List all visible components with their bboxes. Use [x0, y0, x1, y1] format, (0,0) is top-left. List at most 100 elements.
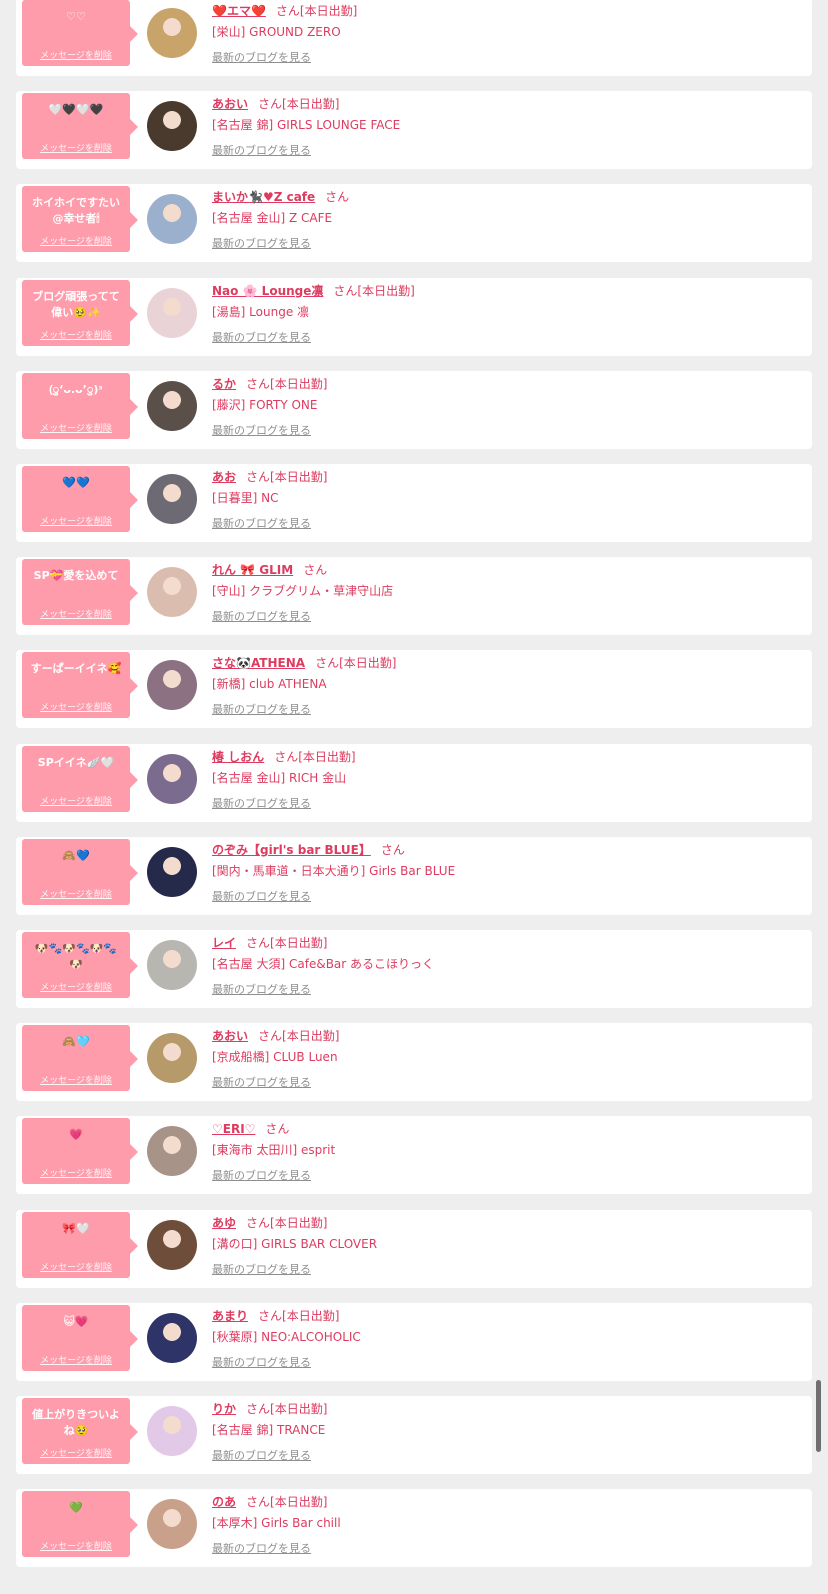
cast-name-link[interactable]: レイ	[212, 936, 236, 950]
avatar[interactable]	[147, 1219, 197, 1270]
delete-message-link[interactable]: メッセージを削除	[22, 1446, 130, 1459]
cast-name-link[interactable]: Nao 🌸 Lounge凛	[212, 284, 323, 298]
duty-status: [本日出勤]	[357, 283, 415, 298]
latest-blog-link[interactable]: 最新のブログを見る	[212, 1074, 311, 1090]
avatar[interactable]	[147, 753, 197, 804]
avatar[interactable]	[147, 1499, 197, 1550]
cast-name-link[interactable]: あおい	[212, 97, 248, 111]
honorific: さん	[315, 656, 340, 671]
delete-message-link[interactable]: メッセージを削除	[22, 1353, 130, 1366]
cast-name-link[interactable]: あゆ	[212, 1216, 236, 1230]
cast-name-link[interactable]: のあ	[212, 1495, 236, 1509]
name-line: あおい さん[本日出勤]	[212, 1027, 339, 1044]
shop-info: [日暮里] NC	[212, 491, 279, 505]
message-text: (ु‘ᴗ.ᴗ’ु)ᵌ	[49, 382, 103, 396]
cast-name-link[interactable]: りか	[212, 1402, 236, 1416]
latest-blog-link[interactable]: 最新のブログを見る	[212, 515, 311, 531]
avatar[interactable]	[147, 940, 197, 990]
shop-info: [名古屋 金山] Z CAFE	[212, 211, 333, 226]
latest-blog-link[interactable]: 最新のブログを見る	[212, 1354, 311, 1370]
latest-blog-link[interactable]: 最新のブログを見る	[212, 701, 311, 717]
message-bubble: SPイイネ🪽🤍 メッセージを削除	[22, 745, 138, 812]
honorific: さん	[246, 1215, 271, 1230]
latest-blog-link[interactable]: 最新のブログを見る	[212, 329, 311, 345]
delete-message-link[interactable]: メッセージを削除	[22, 234, 130, 247]
cast-name-link[interactable]: まいか🐈‍⬛♥Z cafe	[212, 190, 315, 204]
message-card: 😺💗 メッセージを削除 あまり さん[本日出勤] [秋葉原] NEO:ALCOHO…	[16, 1302, 812, 1381]
name-line: ♡ERI♡ さん	[212, 1120, 289, 1137]
message-card: 💗 メッセージを削除 ♡ERI♡ さん [東海市 太田川] esprit 最新のブ…	[16, 1116, 812, 1195]
delete-message-link[interactable]: メッセージを削除	[22, 421, 130, 434]
cast-name-link[interactable]: あお	[212, 470, 236, 484]
delete-message-link[interactable]: メッセージを削除	[22, 794, 130, 807]
honorific: さん	[274, 749, 299, 764]
message-bubble: ホイホイですたい @幸せ者🕯 メッセージを削除	[22, 186, 138, 253]
shop-info: [新橋] club ATHENA	[212, 677, 327, 692]
avatar[interactable]	[147, 660, 197, 711]
latest-blog-link[interactable]: 最新のブログを見る	[212, 608, 311, 624]
latest-blog-link[interactable]: 最新のブログを見る	[212, 888, 311, 904]
avatar[interactable]	[147, 1033, 197, 1084]
latest-blog-link[interactable]: 最新のブログを見る	[212, 795, 311, 811]
latest-blog-link[interactable]: 最新のブログを見る	[212, 981, 311, 997]
delete-message-link[interactable]: メッセージを削除	[22, 980, 130, 993]
duty-status: [本日出勤]	[270, 1495, 328, 1510]
cast-name-link[interactable]: さな🐼ATHENA	[212, 656, 305, 670]
cast-name-link[interactable]: るか	[212, 377, 236, 391]
avatar[interactable]	[147, 1126, 197, 1177]
latest-blog-link[interactable]: 最新のブログを見る	[212, 1167, 311, 1183]
shop-info: [守山] クラブグリム・草津守山店	[212, 584, 394, 599]
name-line: 椿 しおん さん[本日出勤]	[212, 748, 356, 765]
latest-blog-link[interactable]: 最新のブログを見る	[212, 422, 311, 438]
duty-status: [本日出勤]	[270, 1215, 328, 1230]
delete-message-link[interactable]: メッセージを削除	[22, 1166, 130, 1179]
cast-name-link[interactable]: ❤️エマ❤️	[212, 4, 266, 18]
delete-message-link[interactable]: メッセージを削除	[22, 514, 130, 527]
delete-message-link[interactable]: メッセージを削除	[22, 607, 130, 620]
delete-message-link[interactable]: メッセージを削除	[22, 1073, 130, 1086]
cast-name-link[interactable]: ♡ERI♡	[212, 1122, 255, 1136]
delete-message-link[interactable]: メッセージを削除	[22, 328, 130, 341]
avatar[interactable]	[147, 846, 197, 897]
avatar[interactable]	[147, 194, 197, 245]
latest-blog-link[interactable]: 最新のブログを見る	[212, 1447, 311, 1463]
avatar[interactable]	[147, 567, 197, 618]
duty-status: [本日出勤]	[282, 97, 340, 112]
cast-name-link[interactable]: 椿 しおん	[212, 750, 264, 764]
shop-info: [名古屋 金山] RICH 金山	[212, 770, 347, 785]
delete-message-link[interactable]: メッセージを削除	[22, 48, 130, 61]
delete-message-link[interactable]: メッセージを削除	[22, 141, 130, 154]
latest-blog-link[interactable]: 最新のブログを見る	[212, 1540, 311, 1556]
scrollbar[interactable]	[816, 1380, 821, 1452]
honorific: さん	[246, 1402, 271, 1416]
name-line: あおい さん[本日出勤]	[212, 95, 339, 112]
latest-blog-link[interactable]: 最新のブログを見る	[212, 1261, 311, 1277]
latest-blog-link[interactable]: 最新のブログを見る	[212, 235, 311, 251]
delete-message-link[interactable]: メッセージを削除	[22, 887, 130, 900]
name-line: Nao 🌸 Lounge凛 さん[本日出勤]	[212, 282, 415, 299]
shop-info: [名古屋 大須] Cafe&Bar あるこほりっく	[212, 957, 435, 971]
avatar[interactable]	[147, 474, 197, 524]
message-text: 🙈🩵	[62, 1035, 90, 1049]
cast-name-link[interactable]: あまり	[212, 1309, 248, 1323]
latest-blog-link[interactable]: 最新のブログを見る	[212, 49, 311, 65]
cast-name-link[interactable]: れん 🎀 GLIM	[212, 563, 293, 577]
message-card: ホイホイですたい @幸せ者🕯 メッセージを削除 まいか🐈‍⬛♥Z cafe さん …	[16, 184, 812, 263]
delete-message-link[interactable]: メッセージを削除	[22, 1260, 130, 1273]
avatar[interactable]	[147, 1406, 197, 1456]
delete-message-link[interactable]: メッセージを削除	[22, 1539, 130, 1552]
shop-info: [溝の口] GIRLS BAR CLOVER	[212, 1236, 378, 1251]
message-text: すーぱーイイネ🥰	[30, 662, 122, 676]
avatar[interactable]	[147, 8, 197, 58]
avatar[interactable]	[147, 287, 197, 338]
shop-info: [栄山] GROUND ZERO	[212, 25, 341, 39]
cast-name-link[interactable]: のぞみ【girl's bar BLUE】	[212, 843, 371, 857]
cast-name-link[interactable]: あおい	[212, 1029, 248, 1043]
avatar[interactable]	[147, 380, 197, 431]
avatar[interactable]	[147, 101, 197, 152]
avatar[interactable]	[147, 1312, 197, 1363]
latest-blog-link[interactable]: 最新のブログを見る	[212, 142, 311, 158]
name-line: のぞみ【girl's bar BLUE】 さん	[212, 841, 405, 858]
honorific: さん	[303, 563, 328, 578]
delete-message-link[interactable]: メッセージを削除	[22, 700, 130, 713]
